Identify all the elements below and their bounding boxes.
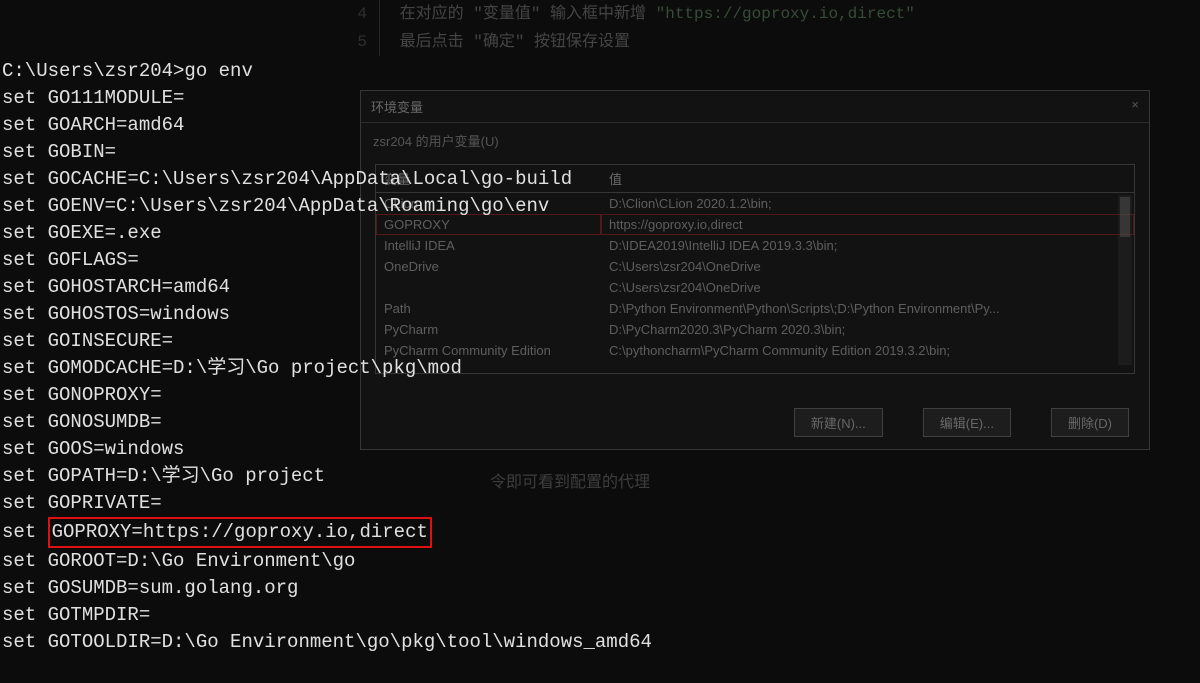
terminal-line: set GOENV=C:\Users\zsr204\AppData\Roamin… (2, 193, 1198, 220)
terminal-line: set GOHOSTARCH=amd64 (2, 274, 1198, 301)
terminal-prompt: C:\Users\zsr204>go env (2, 58, 1198, 85)
terminal-line: set GOHOSTOS=windows (2, 301, 1198, 328)
terminal-line: set GOTOOLDIR=D:\Go Environment\go\pkg\t… (2, 629, 1198, 656)
terminal-line: set GOTMPDIR= (2, 602, 1198, 629)
terminal-line: set GOROOT=D:\Go Environment\go (2, 548, 1198, 575)
terminal-output: C:\Users\zsr204>go envset GO111MODULE=se… (0, 0, 1200, 598)
terminal-line: set GONOPROXY= (2, 382, 1198, 409)
terminal-line: set GOPRIVATE= (2, 490, 1198, 517)
terminal-line: set GOPATH=D:\学习\Go project (2, 463, 1198, 490)
terminal-line: set GOARCH=amd64 (2, 112, 1198, 139)
terminal-line: set GOINSECURE= (2, 328, 1198, 355)
terminal-line: set GOFLAGS= (2, 247, 1198, 274)
terminal-line: set GONOSUMDB= (2, 409, 1198, 436)
terminal-line: set GOBIN= (2, 139, 1198, 166)
terminal-line: set GOMODCACHE=D:\学习\Go project\pkg\mod (2, 355, 1198, 382)
terminal-line: set GO111MODULE= (2, 85, 1198, 112)
terminal-line: set GOEXE=.exe (2, 220, 1198, 247)
terminal-line-highlighted: set GOPROXY=https://goproxy.io,direct (2, 517, 1198, 548)
goproxy-highlight: GOPROXY=https://goproxy.io,direct (48, 517, 432, 548)
terminal-line: set GOCACHE=C:\Users\zsr204\AppData\Loca… (2, 166, 1198, 193)
terminal-line: set GOOS=windows (2, 436, 1198, 463)
